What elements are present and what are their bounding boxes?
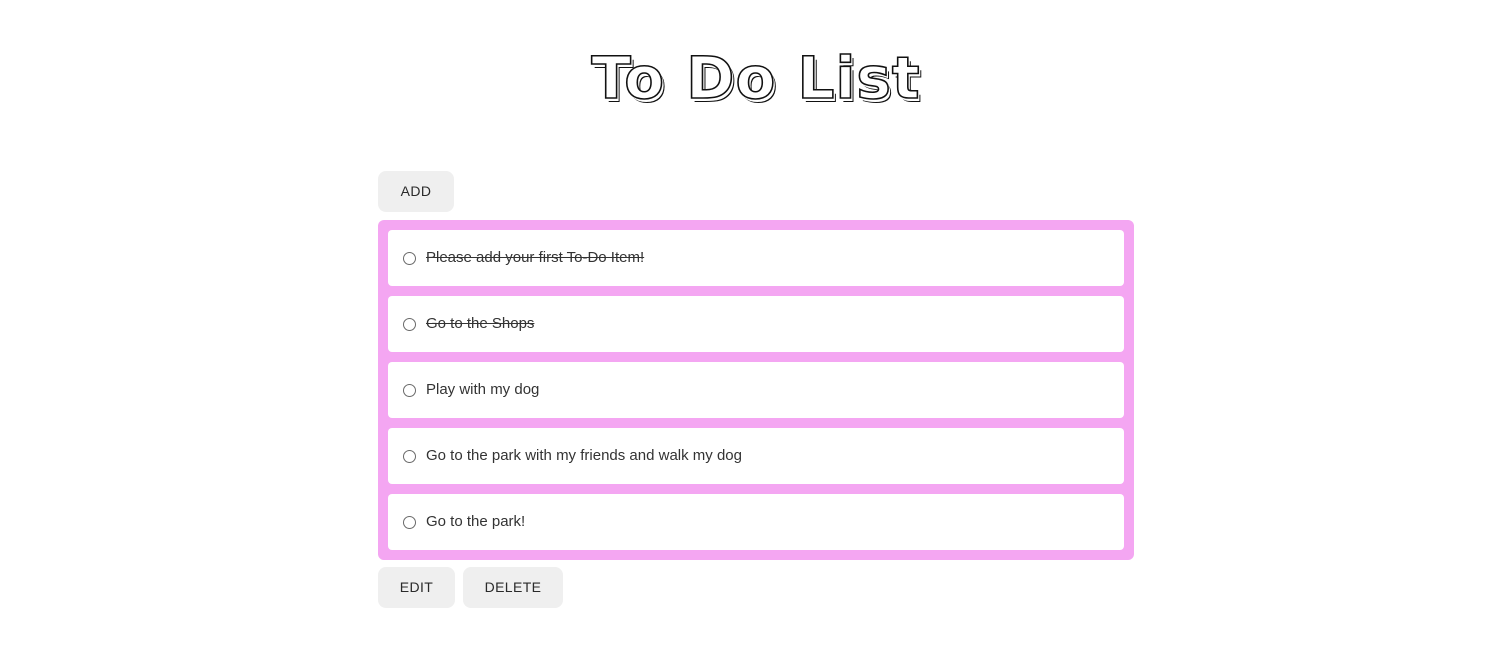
todo-item[interactable]: Play with my dog <box>388 362 1124 418</box>
todo-item-text: Play with my dog <box>426 381 540 398</box>
page-title: To Do List <box>591 43 921 113</box>
todo-item-text: Go to the park with my friends and walk … <box>426 447 742 464</box>
add-button[interactable]: ADD <box>378 171 454 212</box>
todo-item-text: Go to the park! <box>426 513 526 530</box>
radio-button[interactable] <box>403 384 416 397</box>
todo-item[interactable]: Go to the park! <box>388 494 1124 550</box>
todo-item[interactable]: Please add your first To-Do Item! <box>388 230 1124 286</box>
radio-button[interactable] <box>403 252 416 265</box>
todo-item-text: Go to the Shops <box>426 315 535 332</box>
radio-button[interactable] <box>403 450 416 463</box>
delete-button[interactable]: DELETE <box>463 567 563 608</box>
radio-button[interactable] <box>403 516 416 529</box>
todo-app: To Do List ADD Please add your first To-… <box>0 0 1512 650</box>
radio-button[interactable] <box>403 318 416 331</box>
todo-list: Please add your first To-Do Item! Go to … <box>378 220 1134 560</box>
todo-item-text: Please add your first To-Do Item! <box>426 249 645 266</box>
edit-button[interactable]: EDIT <box>378 567 455 608</box>
todo-item[interactable]: Go to the Shops <box>388 296 1124 352</box>
todo-item[interactable]: Go to the park with my friends and walk … <box>388 428 1124 484</box>
